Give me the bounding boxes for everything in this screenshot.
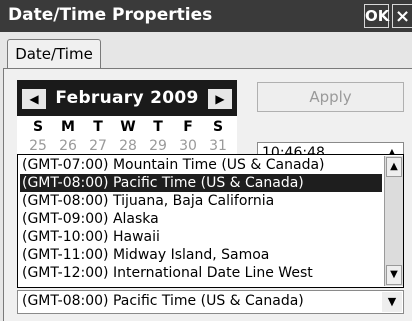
weekday-headers: S M T W T F S [23, 119, 233, 135]
weekday-label: S [212, 119, 224, 135]
title-bar: Date/Time Properties OK × [0, 0, 412, 32]
tab-date-time[interactable]: Date/Time [7, 39, 101, 70]
calendar-day[interactable]: 29 [143, 138, 173, 154]
calendar-day[interactable]: 27 [83, 138, 113, 154]
timezone-option[interactable]: (GMT-12:00) International Date Line West [20, 264, 382, 282]
scroll-down-icon[interactable]: ▼ [386, 265, 402, 285]
chevron-down-icon[interactable]: ▼ [382, 292, 402, 312]
timezone-option[interactable]: (GMT-09:00) Alaska [20, 210, 382, 228]
timezone-option[interactable]: (GMT-11:00) Midway Island, Samoa [20, 246, 382, 264]
previous-month-icon[interactable]: ◀ [22, 89, 46, 109]
close-button[interactable]: × [392, 4, 412, 28]
next-month-icon[interactable]: ▶ [208, 89, 232, 109]
timezone-scrollbar[interactable]: ▲ ▼ [384, 156, 403, 286]
weekday-label: S [32, 119, 44, 135]
scroll-up-icon[interactable]: ▲ [386, 157, 402, 177]
calendar-day[interactable]: 25 [23, 138, 53, 154]
weekday-label: W [120, 119, 136, 135]
calendar-header: ◀ February 2009 ▶ [17, 80, 237, 116]
timezone-combo-box[interactable]: (GMT-08:00) Pacific Time (US & Canada) ▼ [17, 290, 404, 314]
timezone-dropdown-list[interactable]: (GMT-07:00) Mountain Time (US & Canada) … [17, 154, 404, 288]
weekday-label: T [153, 119, 163, 135]
weekday-label: F [183, 119, 193, 135]
weekday-label: M [61, 119, 75, 135]
calendar-month-title[interactable]: February 2009 [51, 88, 203, 108]
calendar-day[interactable]: 26 [53, 138, 83, 154]
apply-button[interactable]: Apply [257, 82, 404, 112]
timezone-option[interactable]: (GMT-07:00) Mountain Time (US & Canada) [20, 156, 382, 174]
timezone-option[interactable]: (GMT-08:00) Tijuana, Baja California [20, 192, 382, 210]
month-calendar[interactable]: ◀ February 2009 ▶ S M T W T F S 25 26 27… [17, 80, 237, 160]
weekday-label: T [93, 119, 103, 135]
calendar-week-row: 25 26 27 28 29 30 31 [23, 138, 233, 154]
calendar-day[interactable]: 30 [173, 138, 203, 154]
calendar-day[interactable]: 31 [203, 138, 233, 154]
timezone-option-selected[interactable]: (GMT-08:00) Pacific Time (US & Canada) [20, 174, 382, 192]
window-title: Date/Time Properties [8, 5, 213, 25]
timezone-option[interactable]: (GMT-10:00) Hawaii [20, 228, 382, 246]
ok-button[interactable]: OK [364, 4, 389, 28]
timezone-selected-value: (GMT-08:00) Pacific Time (US & Canada) [22, 293, 304, 309]
calendar-day[interactable]: 28 [113, 138, 143, 154]
